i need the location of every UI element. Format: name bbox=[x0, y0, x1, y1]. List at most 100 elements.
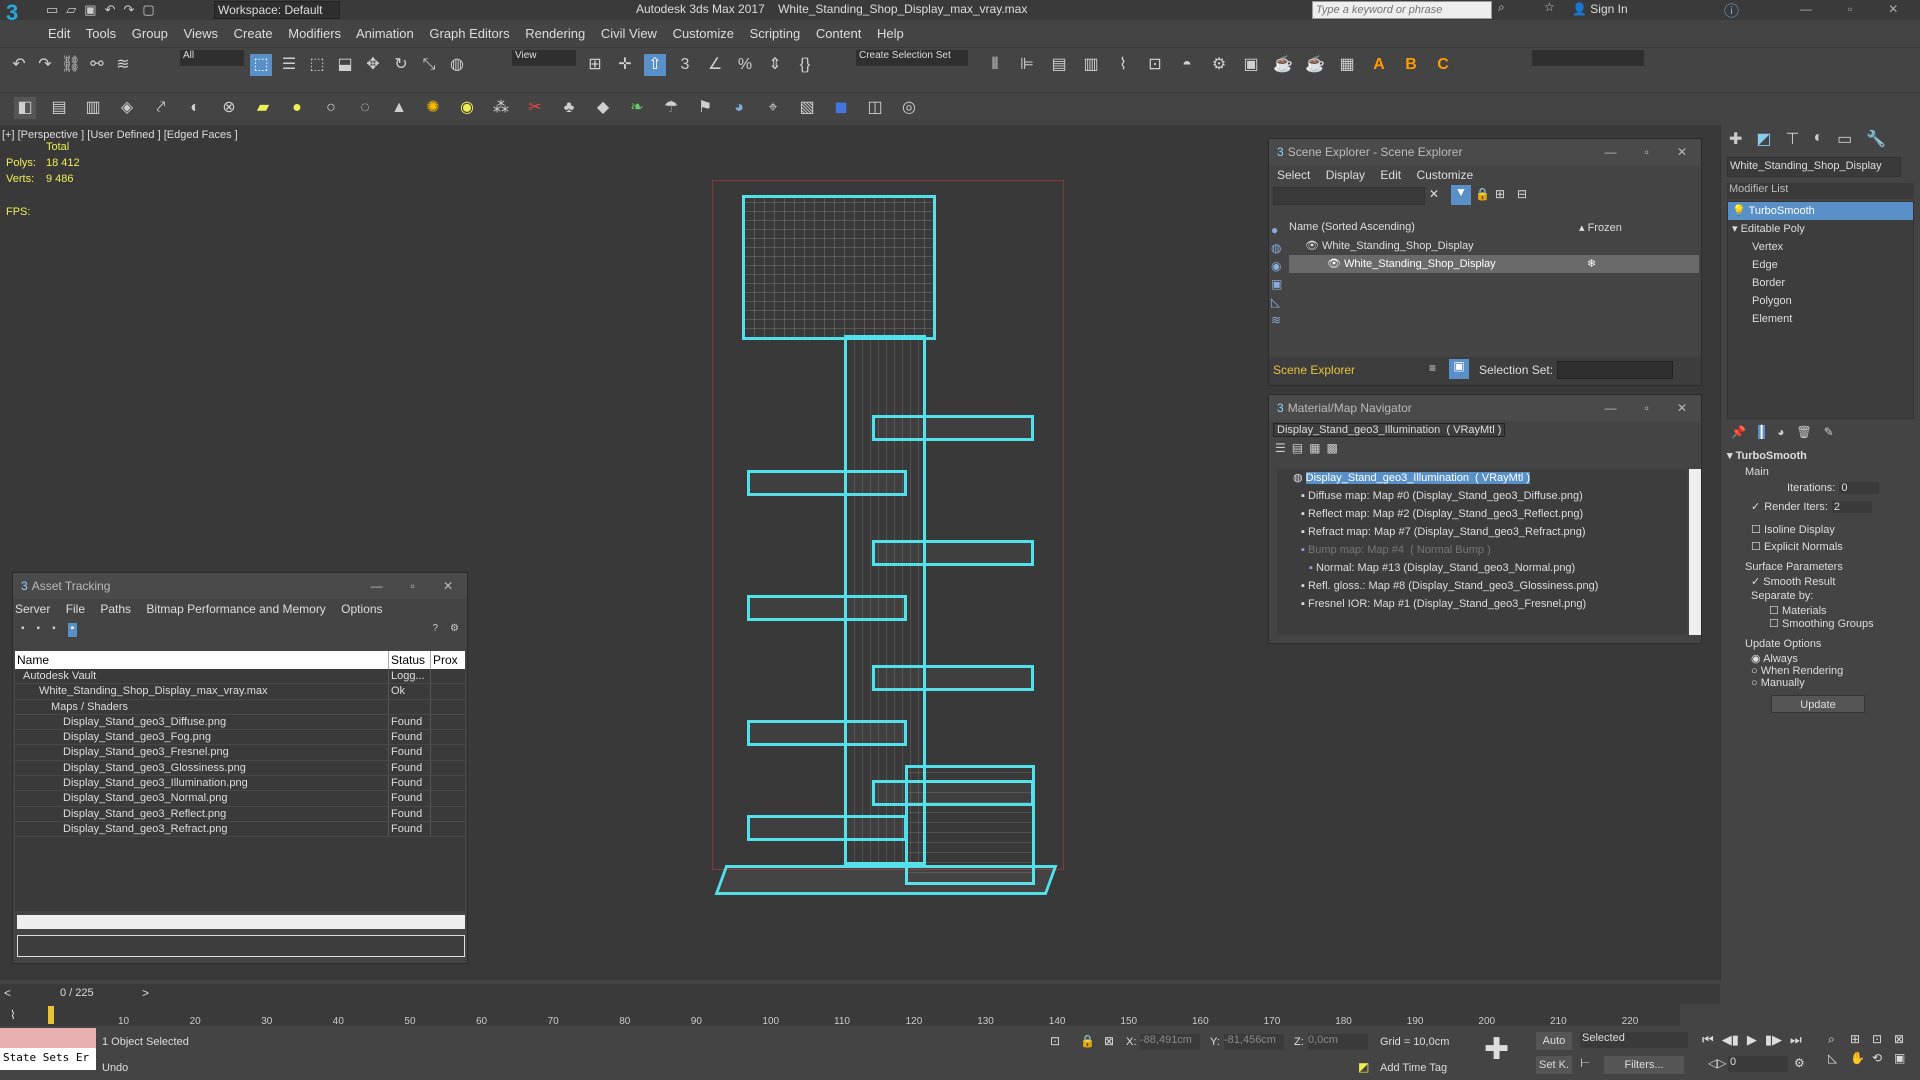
asset-row[interactable]: Display_Stand_geo3_Diffuse.png Found bbox=[15, 714, 465, 731]
view-small-icons-icon[interactable]: ▦ bbox=[1309, 441, 1320, 455]
minimize-icon[interactable]: — bbox=[371, 579, 383, 593]
keyboard-shortcut-icon[interactable]: ⇧ bbox=[644, 54, 666, 76]
se-row-child[interactable]: 👁 White_Standing_Shop_Display ❄ bbox=[1289, 255, 1699, 273]
materials-checkbox[interactable]: ☐ bbox=[1769, 605, 1779, 617]
time-tag-icon[interactable]: ◩ bbox=[1358, 1060, 1369, 1074]
map-row[interactable]: ▪ Refract map: Map #7 (Display_Stand_geo… bbox=[1277, 523, 1687, 541]
redo-quick-icon[interactable]: ↷ bbox=[124, 2, 143, 17]
close-icon[interactable]: ✕ bbox=[1677, 145, 1687, 159]
project-icon[interactable]: ▢ bbox=[142, 2, 162, 17]
key-mode-toggle-icon[interactable]: ◁▷ bbox=[1708, 1056, 1726, 1070]
col-name[interactable]: Name bbox=[15, 651, 389, 669]
fov-icon[interactable]: ◺ bbox=[1828, 1051, 1848, 1065]
render-iterative-icon[interactable]: ☕ bbox=[1304, 54, 1326, 76]
pivot-center-icon[interactable]: ⊞ bbox=[584, 54, 606, 76]
object-name-field[interactable]: White_Standing_Shop_Display bbox=[1727, 157, 1901, 177]
isolate-icon[interactable]: ⊡ bbox=[1050, 1034, 1060, 1048]
scene-tool-8-icon[interactable]: ▰ bbox=[252, 97, 274, 119]
scene-tool-5-icon[interactable]: ⤤ bbox=[150, 97, 172, 119]
move-icon[interactable]: ✥ bbox=[362, 54, 384, 76]
view-list-icons-icon[interactable]: ▤ bbox=[1292, 441, 1303, 455]
hierarchy-tab-icon[interactable]: ⊤ bbox=[1786, 129, 1800, 149]
render-iters-checkbox[interactable]: ✓ bbox=[1751, 500, 1760, 513]
scene-tool-17-icon[interactable]: ♣ bbox=[558, 97, 580, 119]
render-iters-spinner[interactable]: 2 bbox=[1831, 500, 1872, 513]
scene-tool-25-icon[interactable]: ◼ bbox=[830, 97, 852, 119]
y-field[interactable]: -81,456cm bbox=[1224, 1034, 1284, 1050]
smoothing-groups-checkbox[interactable]: ☐ bbox=[1769, 618, 1779, 630]
layers-icon[interactable]: ≡ bbox=[1429, 361, 1436, 375]
track-bar[interactable]: ⌇ 10 20 30 40 50 60 70 80 90 100 110 120 130 140 150 16… bbox=[0, 1004, 1680, 1027]
maximize-icon[interactable]: ▫ bbox=[1848, 2, 1852, 16]
asset-row[interactable]: White_Standing_Shop_Display_max_vray.max… bbox=[15, 684, 465, 700]
scene-tool-22-icon[interactable]: ◕ bbox=[728, 97, 750, 119]
workspace-dropdown[interactable]: Workspace: Default bbox=[214, 1, 340, 19]
menu-create[interactable]: Create bbox=[234, 26, 273, 41]
se-menu-customize[interactable]: Customize bbox=[1416, 168, 1473, 182]
snaps-toggle-icon[interactable]: 3 bbox=[674, 54, 696, 76]
menu-customize[interactable]: Customize bbox=[673, 26, 734, 41]
play-icon[interactable]: ▶ bbox=[1747, 1032, 1757, 1048]
menu-graph-editors[interactable]: Graph Editors bbox=[429, 26, 509, 41]
at-tool-3-icon[interactable]: ▪ bbox=[52, 623, 56, 637]
zoom-icon[interactable]: ⌕ bbox=[1828, 1032, 1848, 1047]
asset-row[interactable]: Autodesk Vault Logg... bbox=[15, 669, 465, 685]
vray-text-c-icon[interactable]: C bbox=[1432, 54, 1454, 76]
spinner-snap-icon[interactable]: ⇕ bbox=[764, 54, 786, 76]
scene-tool-20-icon[interactable]: ☂ bbox=[660, 97, 682, 119]
asset-row[interactable]: Display_Stand_geo3_Reflect.png Found bbox=[15, 806, 465, 822]
rectangular-selection-icon[interactable]: ⬚ bbox=[306, 54, 328, 76]
select-manipulate-icon[interactable]: ✛ bbox=[614, 54, 636, 76]
update-button[interactable]: Update bbox=[1771, 695, 1865, 713]
isoline-checkbox[interactable]: ☐ bbox=[1751, 524, 1761, 536]
when-rendering-radio[interactable]: ○ bbox=[1751, 665, 1758, 677]
star-icon[interactable]: ☆ bbox=[1544, 0, 1555, 14]
curve-editor-icon[interactable]: ⌇ bbox=[1112, 54, 1134, 76]
go-to-end-icon[interactable]: ⏭ bbox=[1790, 1032, 1802, 1048]
pin-stack-icon[interactable]: 📌 bbox=[1731, 425, 1746, 439]
minimize-icon[interactable]: — bbox=[1800, 2, 1812, 16]
menu-animation[interactable]: Animation bbox=[356, 26, 414, 41]
configure-sets-icon[interactable]: ✎ bbox=[1824, 425, 1834, 439]
utilities-tab-icon[interactable]: 🔧 bbox=[1866, 129, 1886, 149]
asset-tracking-titlebar[interactable]: 3 Asset Tracking — ▫ ✕ bbox=[13, 573, 467, 599]
at-menu-options[interactable]: Options bbox=[341, 602, 382, 616]
edit-named-selection-icon[interactable]: {} bbox=[794, 54, 816, 76]
percent-snap-icon[interactable]: % bbox=[734, 54, 756, 76]
align-icon[interactable]: ⊫ bbox=[1016, 54, 1038, 76]
scene-tool-23-icon[interactable]: ⌖ bbox=[762, 97, 784, 119]
menu-views[interactable]: Views bbox=[184, 26, 218, 41]
stack-turbosmooth[interactable]: 💡 TurboSmooth bbox=[1728, 202, 1913, 220]
sort-icon[interactable]: ⊟ bbox=[1517, 187, 1527, 201]
motion-tab-icon[interactable]: ◐ bbox=[1813, 129, 1823, 149]
display-lights-icon[interactable]: ◉ bbox=[1271, 259, 1289, 273]
asset-row[interactable]: Display_Stand_geo3_Illumination.png Found bbox=[15, 776, 465, 792]
prev-frame-icon[interactable]: ◀▮ bbox=[1722, 1032, 1739, 1048]
close-icon[interactable]: ✕ bbox=[1888, 2, 1898, 16]
close-icon[interactable]: ✕ bbox=[443, 579, 453, 593]
pan-icon[interactable]: ✋ bbox=[1850, 1051, 1870, 1065]
create-tab-icon[interactable]: ✚ bbox=[1729, 129, 1742, 149]
search-input[interactable] bbox=[1312, 1, 1492, 19]
scene-tool-9-icon[interactable]: ● bbox=[286, 97, 308, 119]
scene-tool-6-icon[interactable]: ◐ bbox=[184, 97, 206, 119]
maxscript-listener[interactable]: State Sets Er bbox=[0, 1048, 96, 1070]
modify-tab-icon[interactable]: ◩ bbox=[1756, 129, 1771, 149]
zoom-all-icon[interactable]: ⊞ bbox=[1850, 1032, 1870, 1047]
at-menu-paths[interactable]: Paths bbox=[100, 602, 131, 616]
expand-icon[interactable]: ▾ bbox=[1732, 223, 1738, 235]
display-shapes-icon[interactable]: ◍ bbox=[1271, 241, 1289, 255]
asset-row[interactable]: Display_Stand_geo3_Fog.png Found bbox=[15, 730, 465, 746]
open-file-icon[interactable]: ▱ bbox=[66, 2, 84, 17]
selection-lock-icon[interactable]: 🔒 bbox=[1080, 1034, 1095, 1048]
material-nav-titlebar[interactable]: 3 Material/Map Navigator — ▫ ✕ bbox=[1269, 395, 1701, 421]
material-nav-scrollbar[interactable] bbox=[1689, 469, 1701, 635]
rendered-frame-icon[interactable]: ▣ bbox=[1240, 54, 1262, 76]
scene-tool-13-icon[interactable]: ✺ bbox=[422, 97, 444, 119]
at-tool-4-icon[interactable]: ▪ bbox=[67, 623, 78, 637]
display-helpers-icon[interactable]: ◺ bbox=[1271, 295, 1289, 309]
time-slider[interactable]: < 0 / 225 > bbox=[0, 984, 1720, 1004]
minimize-icon[interactable]: — bbox=[1605, 145, 1617, 159]
at-settings-icon[interactable]: ⚙ bbox=[450, 623, 459, 637]
display-spacewarps-icon[interactable]: ≋ bbox=[1271, 313, 1289, 327]
